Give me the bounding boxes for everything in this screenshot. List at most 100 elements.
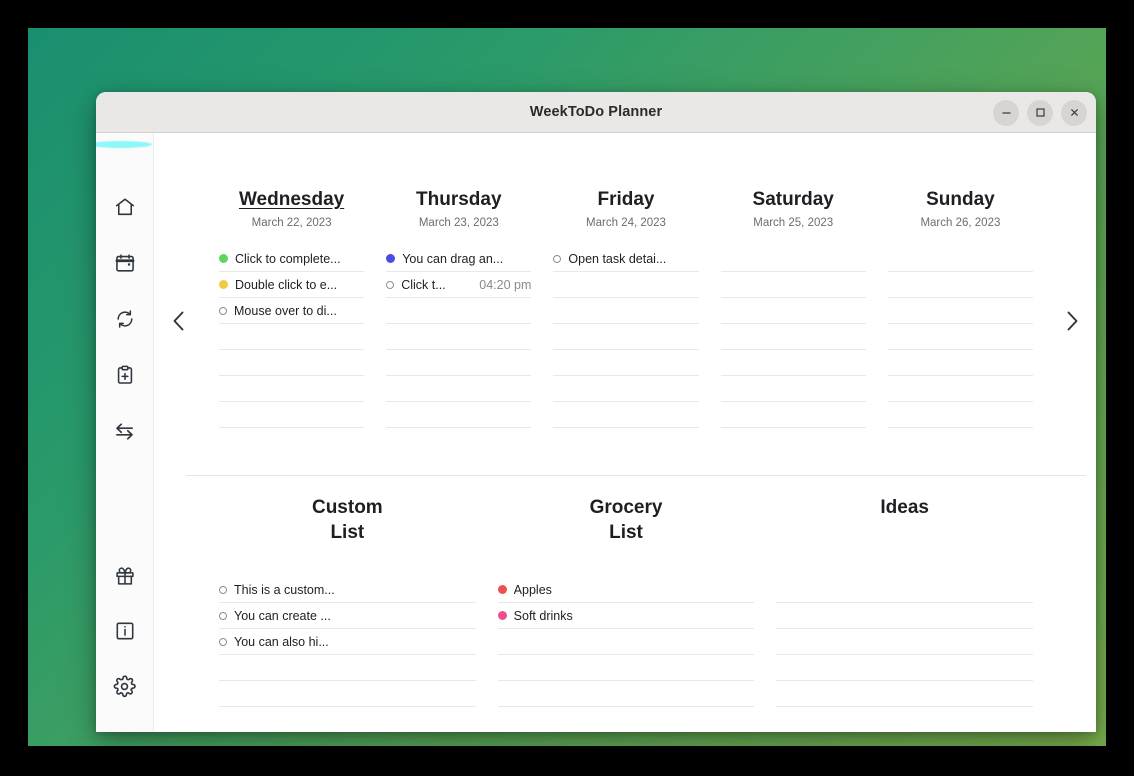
empty-task-row[interactable] bbox=[386, 324, 532, 350]
empty-task-row[interactable] bbox=[497, 681, 755, 707]
sidebar-bottom-group bbox=[111, 562, 139, 700]
empty-task-row[interactable] bbox=[553, 298, 699, 324]
task-title: Click t... bbox=[401, 277, 446, 292]
task-checkbox-icon[interactable] bbox=[553, 254, 562, 263]
empty-task-row[interactable] bbox=[553, 324, 699, 350]
empty-task-row[interactable] bbox=[553, 272, 699, 298]
previous-week-button[interactable] bbox=[164, 303, 194, 339]
empty-task-row[interactable] bbox=[720, 402, 866, 428]
maximize-button[interactable] bbox=[1027, 99, 1053, 126]
empty-task-row[interactable] bbox=[887, 272, 1034, 298]
task-checkbox-icon[interactable] bbox=[219, 306, 227, 315]
next-week-button[interactable] bbox=[1057, 303, 1087, 339]
empty-task-row[interactable] bbox=[720, 324, 866, 350]
sync-icon bbox=[116, 310, 133, 328]
week-grid: Wednesday March 22, 2023 Click to complete… bbox=[208, 189, 1044, 428]
empty-task-row[interactable] bbox=[219, 376, 365, 402]
empty-task-row[interactable] bbox=[219, 402, 365, 428]
empty-task-row[interactable] bbox=[219, 707, 476, 732]
empty-task-row[interactable] bbox=[386, 402, 532, 428]
day-name[interactable]: Friday bbox=[553, 189, 698, 211]
task-row[interactable]: Soft drinks bbox=[497, 603, 755, 629]
day-name[interactable]: Sunday bbox=[888, 189, 1033, 211]
empty-task-row[interactable] bbox=[776, 629, 1034, 655]
empty-task-row[interactable] bbox=[776, 655, 1034, 681]
day-column: Thursday March 23, 2023 You can drag an...… bbox=[375, 189, 542, 428]
window-title: WeekToDo Planner bbox=[529, 104, 663, 120]
sidebar-item-sync[interactable] bbox=[111, 305, 139, 333]
task-color-dot[interactable] bbox=[386, 254, 396, 263]
sidebar-item-move-tasks[interactable] bbox=[111, 417, 139, 445]
section-divider bbox=[186, 475, 1086, 476]
empty-task-row[interactable] bbox=[776, 707, 1033, 732]
task-color-dot[interactable] bbox=[497, 585, 507, 594]
sidebar-item-home[interactable] bbox=[111, 193, 139, 221]
empty-task-row[interactable] bbox=[720, 298, 866, 324]
sidebar-item-whats-new[interactable] bbox=[111, 562, 139, 590]
task-row[interactable]: Click t... 04:20 pm bbox=[386, 272, 532, 298]
task-row[interactable]: Double click to e... bbox=[219, 272, 365, 298]
empty-task-row[interactable] bbox=[553, 376, 699, 402]
task-row[interactable]: You can drag an... bbox=[386, 246, 532, 272]
day-column: Wednesday March 22, 2023 Click to complete… bbox=[208, 189, 375, 428]
task-row[interactable]: You can create ... bbox=[219, 603, 476, 629]
task-checkbox-icon[interactable] bbox=[219, 637, 227, 646]
empty-task-row[interactable] bbox=[720, 350, 866, 376]
task-row[interactable]: Open task detai... bbox=[553, 246, 699, 272]
task-row[interactable]: This is a custom... bbox=[219, 577, 476, 603]
info-icon bbox=[116, 622, 133, 640]
empty-task-row[interactable] bbox=[219, 655, 476, 681]
sidebar-item-add-task[interactable] bbox=[111, 361, 139, 389]
empty-task-row[interactable] bbox=[887, 298, 1034, 324]
close-button[interactable] bbox=[1061, 99, 1087, 126]
empty-task-row[interactable] bbox=[219, 324, 365, 350]
empty-task-row[interactable] bbox=[720, 246, 866, 272]
custom-list-title[interactable]: Grocery bbox=[498, 495, 755, 520]
day-name[interactable]: Thursday bbox=[386, 189, 531, 211]
empty-task-row[interactable] bbox=[887, 324, 1034, 350]
empty-task-row[interactable] bbox=[219, 350, 365, 376]
task-row[interactable]: Mouse over to di... bbox=[219, 298, 365, 324]
empty-task-row[interactable] bbox=[887, 376, 1034, 402]
minimize-button[interactable] bbox=[993, 99, 1019, 126]
empty-task-row[interactable] bbox=[887, 350, 1034, 376]
desktop-background: WeekToDo Planner Wednesday March 22, 202… bbox=[28, 28, 1106, 746]
sidebar-item-calendar[interactable] bbox=[111, 249, 139, 277]
task-row[interactable]: Click to complete... bbox=[219, 246, 365, 272]
custom-list-title[interactable]: Ideas bbox=[776, 495, 1033, 520]
empty-task-row[interactable] bbox=[386, 350, 532, 376]
empty-task-row[interactable] bbox=[219, 681, 476, 707]
task-checkbox-icon[interactable] bbox=[386, 280, 395, 289]
empty-task-row[interactable] bbox=[776, 577, 1034, 603]
day-task-list: You can drag an... Click t... 04:20 pm bbox=[386, 246, 532, 428]
task-row[interactable]: You can also hi... bbox=[219, 629, 476, 655]
empty-task-row[interactable] bbox=[720, 272, 866, 298]
empty-task-row[interactable] bbox=[887, 246, 1034, 272]
task-checkbox-icon[interactable] bbox=[219, 585, 227, 594]
sidebar-item-settings[interactable] bbox=[111, 672, 139, 700]
task-color-dot[interactable] bbox=[497, 611, 507, 620]
task-color-dot[interactable] bbox=[219, 280, 228, 289]
empty-task-row[interactable] bbox=[776, 681, 1034, 707]
title-bar[interactable]: WeekToDo Planner bbox=[96, 92, 1096, 133]
day-date: March 26, 2023 bbox=[920, 217, 1001, 229]
empty-task-row[interactable] bbox=[497, 629, 755, 655]
empty-task-row[interactable] bbox=[497, 655, 755, 681]
empty-task-row[interactable] bbox=[386, 376, 532, 402]
empty-task-row[interactable] bbox=[720, 376, 866, 402]
task-color-dot[interactable] bbox=[219, 254, 228, 263]
day-column: Sunday March 26, 2023 bbox=[877, 189, 1044, 428]
day-name[interactable]: Saturday bbox=[721, 189, 866, 211]
task-row[interactable]: Apples bbox=[497, 577, 755, 603]
empty-task-row[interactable] bbox=[776, 603, 1034, 629]
task-checkbox-icon[interactable] bbox=[219, 611, 227, 620]
custom-list-title[interactable]: Custom bbox=[219, 495, 476, 520]
main-content: Wednesday March 22, 2023 Click to complete… bbox=[154, 133, 1096, 732]
empty-task-row[interactable] bbox=[498, 707, 755, 732]
day-name[interactable]: Wednesday bbox=[219, 189, 364, 211]
empty-task-row[interactable] bbox=[887, 402, 1034, 428]
empty-task-row[interactable] bbox=[553, 402, 699, 428]
sidebar-item-about[interactable] bbox=[111, 617, 139, 645]
empty-task-row[interactable] bbox=[386, 298, 532, 324]
empty-task-row[interactable] bbox=[553, 350, 699, 376]
